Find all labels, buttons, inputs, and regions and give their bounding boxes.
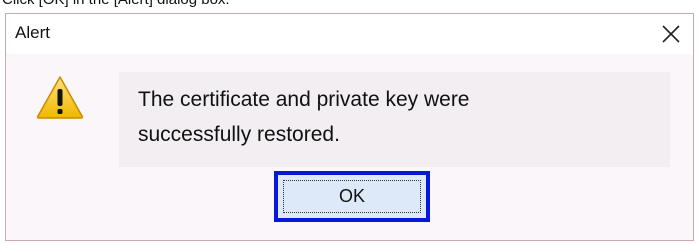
dialog-title: Alert	[15, 23, 50, 42]
instruction-text: Click [OK] in the [Alert] dialog box.	[2, 0, 230, 8]
ok-button[interactable]: OK	[274, 171, 430, 222]
ok-button-label: OK	[283, 180, 421, 213]
warning-icon	[36, 76, 84, 119]
alert-message: The certificate and private key were suc…	[138, 82, 658, 152]
message-line-1: The certificate and private key were	[138, 88, 470, 111]
close-button[interactable]	[651, 16, 691, 52]
message-line-2: successfully restored.	[138, 123, 340, 146]
alert-dialog: Alert The certificate and private key we…	[5, 13, 694, 241]
close-icon	[662, 25, 680, 43]
screenshot-page: Click [OK] in the [Alert] dialog box. Al…	[0, 0, 699, 244]
title-bar: Alert	[6, 14, 693, 54]
